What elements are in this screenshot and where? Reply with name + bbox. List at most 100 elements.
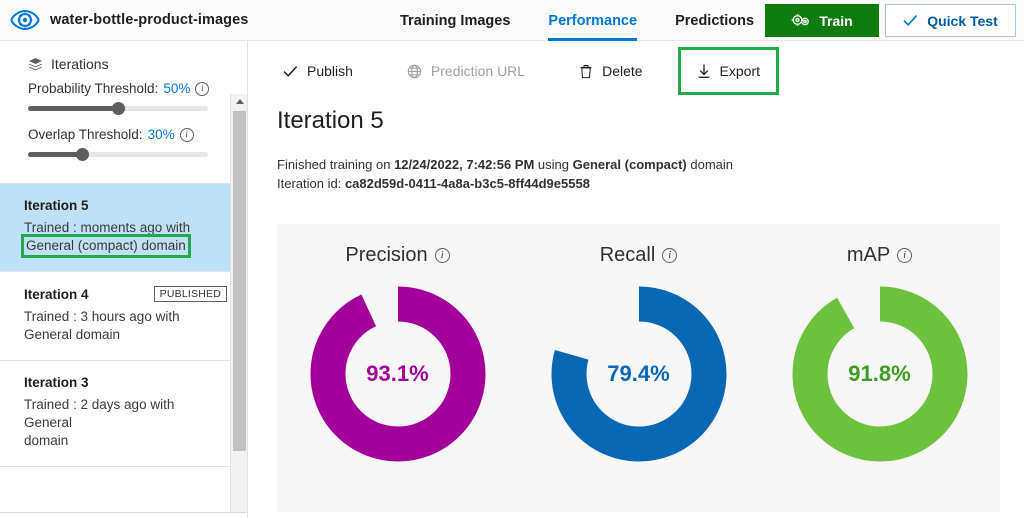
download-icon bbox=[698, 64, 709, 78]
iteration-subtitle: Trained : moments ago with General (comp… bbox=[21, 219, 220, 258]
metric-recall: Recall i 79.4% bbox=[523, 244, 755, 467]
probability-threshold-label: Probability Threshold: bbox=[28, 81, 159, 96]
metric-recall-header: Recall i bbox=[600, 244, 678, 267]
scrollbar-up-button[interactable] bbox=[231, 94, 247, 109]
publish-button[interactable]: Publish bbox=[267, 50, 369, 92]
metric-precision-title: Precision bbox=[345, 244, 428, 266]
app-logo[interactable] bbox=[0, 9, 50, 31]
probability-info-icon[interactable]: i bbox=[195, 81, 210, 96]
status-badge-published: PUBLISHED bbox=[153, 286, 227, 302]
top-bar: water-bottle-product-images Training Ima… bbox=[0, 0, 1024, 41]
meta-using-text: using bbox=[534, 157, 573, 172]
meta-finished-prefix: Finished training on bbox=[277, 157, 395, 172]
export-button[interactable]: Export bbox=[677, 47, 780, 95]
overlap-threshold-row: Overlap Threshold: 30% i bbox=[28, 127, 227, 142]
map-donut-chart: 91.8% bbox=[787, 281, 973, 467]
iteration-item-4[interactable]: Iteration 4 PUBLISHED Trained : 3 hours … bbox=[0, 272, 247, 361]
map-info-icon[interactable]: i bbox=[897, 248, 913, 263]
meta-line-iteration-id: Iteration id: ca82d59d-0411-4a8a-b3c5-8f… bbox=[277, 174, 1024, 193]
main-content: Publish Prediction URL Delete Export Ite… bbox=[249, 41, 1024, 518]
publish-label: Publish bbox=[307, 63, 353, 79]
iterations-list: Iteration 5 Trained : moments ago with G… bbox=[0, 183, 247, 467]
overlap-threshold-label: Overlap Threshold: bbox=[28, 127, 143, 142]
recall-info-icon[interactable]: i bbox=[662, 248, 678, 263]
metric-map-title: mAP bbox=[846, 244, 891, 266]
meta-line-finished: Finished training on 12/24/2022, 7:42:56… bbox=[277, 155, 1024, 174]
sidebar-title: Iterations bbox=[51, 56, 109, 72]
metric-precision: Precision i 93.1% bbox=[282, 244, 514, 467]
iteration-domain-text: General domain bbox=[24, 327, 121, 342]
slider-fill bbox=[28, 106, 124, 111]
train-button[interactable]: Train bbox=[765, 4, 879, 37]
threshold-controls: Probability Threshold: 50% i Overlap Thr… bbox=[0, 73, 247, 183]
iteration-meta: Finished training on 12/24/2022, 7:42:56… bbox=[249, 135, 1024, 193]
iteration-subtitle: Trained : 2 days ago with General domain bbox=[24, 396, 220, 450]
iteration-title-row: Iteration 4 PUBLISHED bbox=[24, 286, 227, 302]
precision-donut-chart: 93.1% bbox=[305, 281, 491, 467]
layers-icon bbox=[28, 57, 43, 70]
tab-performance[interactable]: Performance bbox=[548, 0, 637, 41]
check-icon bbox=[903, 15, 918, 26]
iteration-item-5[interactable]: Iteration 5 Trained : moments ago with G… bbox=[0, 184, 247, 272]
prediction-url-button: Prediction URL bbox=[391, 50, 541, 92]
iteration-title: Iteration 3 bbox=[24, 375, 89, 390]
slider-thumb[interactable] bbox=[112, 102, 125, 115]
delete-button[interactable]: Delete bbox=[563, 50, 658, 92]
iteration-domain-highlight: General (compact) domain bbox=[21, 234, 191, 258]
check-icon bbox=[283, 65, 298, 77]
iteration-item-3[interactable]: Iteration 3 Trained : 2 days ago with Ge… bbox=[0, 361, 247, 467]
export-label: Export bbox=[719, 63, 761, 79]
iteration-trained-text: Trained : moments ago with bbox=[24, 220, 191, 235]
metric-map-header: mAP i bbox=[846, 244, 913, 267]
precision-info-icon[interactable]: i bbox=[434, 248, 450, 263]
precision-value: 93.1% bbox=[366, 361, 429, 386]
overlap-info-icon[interactable]: i bbox=[179, 127, 194, 142]
scrollbar-thumb[interactable] bbox=[233, 111, 246, 451]
eye-gear-icon bbox=[10, 9, 40, 31]
trash-icon bbox=[580, 64, 592, 78]
iteration-title: Iteration 5 bbox=[24, 198, 89, 213]
app-root: water-bottle-product-images Training Ima… bbox=[0, 0, 1024, 518]
caret-up-icon bbox=[235, 99, 244, 104]
delete-label: Delete bbox=[602, 63, 643, 79]
page-title: Iteration 5 bbox=[277, 107, 384, 134]
overlap-threshold-slider[interactable] bbox=[28, 147, 208, 161]
iteration-domain-text: domain bbox=[24, 433, 69, 448]
tab-predictions[interactable]: Predictions bbox=[675, 0, 754, 41]
quick-test-button[interactable]: Quick Test bbox=[885, 4, 1016, 37]
tab-training-images[interactable]: Training Images bbox=[400, 0, 510, 41]
iterations-sidebar: Iterations Probability Threshold: 50% i … bbox=[0, 41, 248, 518]
metric-map: mAP i 91.8% bbox=[764, 244, 996, 467]
iteration-trained-text: Trained : 2 days ago with General bbox=[24, 397, 175, 430]
train-button-label: Train bbox=[819, 12, 853, 29]
prediction-url-label: Prediction URL bbox=[430, 63, 526, 79]
meta-domain-name: General (compact) bbox=[572, 157, 687, 172]
globe-icon bbox=[407, 64, 422, 78]
project-name: water-bottle-product-images bbox=[50, 12, 249, 28]
overlap-threshold-value: 30% bbox=[147, 127, 175, 142]
iteration-title: Iteration 4 bbox=[24, 286, 89, 302]
map-value: 91.8% bbox=[848, 361, 911, 386]
iteration-subtitle: Trained : 3 hours ago with General domai… bbox=[24, 308, 220, 344]
probability-threshold-row: Probability Threshold: 50% i bbox=[28, 81, 227, 96]
iteration-trained-text: Trained : 3 hours ago with bbox=[24, 309, 180, 324]
iteration-title-row: Iteration 5 bbox=[24, 198, 227, 213]
sidebar-scrollbar[interactable] bbox=[230, 94, 247, 518]
sidebar-bottom-divider bbox=[0, 512, 247, 518]
meta-iteration-id-label: Iteration id: bbox=[277, 176, 345, 191]
meta-iteration-id-value: ca82d59d-0411-4a8a-b3c5-8ff44d9e5558 bbox=[344, 176, 590, 191]
recall-donut-chart: 79.4% bbox=[546, 281, 732, 467]
recall-value: 79.4% bbox=[607, 361, 670, 386]
gears-icon bbox=[791, 13, 810, 27]
metric-recall-title: Recall bbox=[599, 244, 656, 266]
probability-threshold-value: 50% bbox=[163, 81, 191, 96]
top-nav-tabs: Training Images Performance Predictions bbox=[400, 0, 754, 41]
probability-threshold-slider[interactable] bbox=[28, 101, 208, 115]
slider-thumb[interactable] bbox=[76, 148, 89, 161]
command-bar: Publish Prediction URL Delete Export bbox=[249, 41, 1024, 101]
metrics-panel: Precision i 93.1% Recall i 79.4% mAP i 9… bbox=[277, 224, 1000, 512]
meta-finished-date: 12/24/2022, 7:42:56 PM bbox=[394, 157, 535, 172]
sidebar-header: Iterations bbox=[0, 41, 247, 73]
iteration-title-row: Iteration 3 bbox=[24, 375, 227, 390]
quick-test-button-label: Quick Test bbox=[927, 12, 998, 29]
